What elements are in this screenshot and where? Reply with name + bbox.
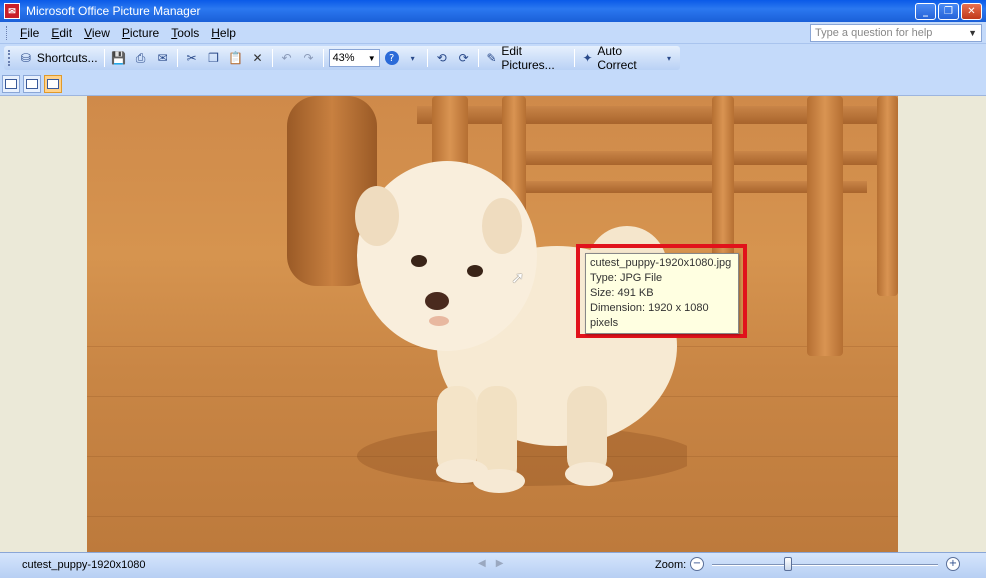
maximize-button[interactable]: ❐	[938, 2, 959, 20]
toolbar-options-icon: ▾	[410, 53, 415, 63]
minimize-button[interactable]: _	[915, 2, 936, 20]
chair-leg	[712, 96, 734, 266]
redo-button[interactable]: ↷	[298, 48, 320, 68]
status-bar: cutest_puppy-1920x1080 ◀ ▶ Zoom: − +	[0, 552, 986, 578]
filmstrip-view-button[interactable]	[23, 74, 41, 93]
zoom-slider-thumb[interactable]	[783, 557, 792, 571]
paste-icon: 📋	[228, 51, 244, 65]
menu-grip-handle[interactable]	[6, 25, 10, 40]
redo-icon: ↷	[303, 51, 314, 65]
zoom-label: Zoom:	[655, 559, 687, 571]
print-icon: ⎙	[135, 50, 146, 65]
delete-x-icon: ✕	[252, 51, 263, 65]
picture-viewer: ➚ cutest_puppy-1920x1080.jpg Type: JPG F…	[0, 96, 986, 552]
close-button[interactable]: ✕	[961, 2, 982, 20]
toolbar-separator	[271, 49, 273, 67]
chevron-down-icon[interactable]: ▼	[968, 28, 977, 38]
help-question-placeholder: Type a question for help	[815, 27, 933, 39]
toolbar-separator	[477, 49, 479, 67]
save-button[interactable]: 💾	[108, 48, 130, 68]
menu-picture[interactable]: Picture	[116, 26, 165, 40]
tooltip-type: Type: JPG File	[590, 272, 663, 284]
thumbnail-view-button[interactable]	[2, 74, 20, 93]
help-question-box[interactable]: Type a question for help ▼	[810, 24, 982, 42]
paste-button[interactable]: 📋	[225, 48, 247, 68]
chair-leg	[877, 96, 898, 296]
auto-correct-icon: ✦	[582, 51, 593, 65]
copy-icon: ❐	[208, 51, 219, 65]
toolbar-grip-handle[interactable]	[8, 50, 11, 66]
shortcuts-button[interactable]: ⛁ Shortcuts...	[15, 48, 101, 68]
edit-pictures-icon: ✎	[486, 51, 497, 65]
zoom-out-icon[interactable]: −	[690, 557, 704, 571]
zoom-combo-box[interactable]: 43% ▼	[328, 49, 380, 67]
zoom-slider-track[interactable]	[712, 564, 938, 566]
rotate-right-icon: ⟳	[458, 51, 469, 65]
toolbar-separator	[426, 49, 428, 67]
tooltip-size: Size: 491 KB	[590, 287, 654, 299]
shortcuts-label: Shortcuts...	[36, 51, 98, 65]
delete-button[interactable]: ✕	[247, 48, 269, 68]
rotate-left-button[interactable]: ⟲	[431, 48, 453, 68]
status-filename: cutest_puppy-1920x1080	[22, 559, 146, 571]
picture-manager-app-icon[interactable]: ✉	[4, 3, 20, 19]
email-button[interactable]: ✉	[152, 48, 174, 68]
undo-button[interactable]: ↶	[276, 48, 298, 68]
chair-leg	[807, 96, 843, 356]
copy-button[interactable]: ❐	[203, 48, 225, 68]
zoom-in-icon[interactable]: +	[946, 557, 960, 571]
help-button[interactable]: ?	[382, 48, 402, 68]
view-mode-strip	[0, 72, 986, 96]
toolbar-separator	[573, 49, 575, 67]
auto-correct-label: Auto Correct	[597, 44, 637, 72]
single-picture-view-button[interactable]	[44, 74, 62, 93]
zoom-combo-value: 43%	[332, 52, 355, 64]
toolbar-options-icon: ▾	[666, 53, 671, 63]
chevron-down-icon[interactable]: ▼	[368, 54, 376, 63]
email-icon: ✉	[157, 51, 168, 65]
title-bar: ✉ Microsoft Office Picture Manager _ ❐ ✕	[0, 0, 986, 22]
cut-button[interactable]: ✂	[181, 48, 203, 68]
file-info-tooltip: cutest_puppy-1920x1080.jpg Type: JPG Fil…	[585, 253, 739, 334]
tooltip-filename: cutest_puppy-1920x1080.jpg	[590, 257, 732, 269]
thumbnail-view-icon	[5, 78, 17, 89]
standard-toolbar: ⛁ Shortcuts... 💾 ⎙ ✉ ✂ ❐ 📋 ✕ ↶ ↷ 43% ▼ ?…	[0, 44, 986, 72]
single-picture-view-icon	[47, 78, 59, 89]
tooltip-dimension-unit: pixels	[590, 317, 619, 329]
save-icon: 💾	[111, 51, 127, 65]
undo-icon: ↶	[281, 51, 292, 65]
puppy-photo[interactable]: ➚	[87, 96, 898, 552]
help-circle-icon: ?	[384, 51, 399, 65]
rotate-left-icon: ⟲	[436, 51, 447, 65]
print-button[interactable]: ⎙	[130, 48, 152, 68]
next-picture-icon[interactable]: ▶	[496, 558, 504, 569]
menu-help[interactable]: Help	[205, 26, 242, 40]
menu-edit[interactable]: Edit	[45, 26, 78, 40]
toolbar-separator	[322, 49, 324, 67]
floor-board	[87, 516, 898, 517]
window-title: Microsoft Office Picture Manager	[26, 4, 201, 18]
menu-bar: File Edit View Picture Tools Help Type a…	[0, 22, 986, 44]
menu-tools[interactable]: Tools	[165, 26, 205, 40]
toolbar-options-button[interactable]: ▾	[658, 48, 680, 68]
rotate-right-button[interactable]: ⟳	[453, 48, 475, 68]
toolbar-options-button[interactable]: ▾	[402, 48, 424, 68]
previous-picture-icon[interactable]: ◀	[478, 558, 486, 569]
tooltip-dimension: Dimension: 1920 x 1080	[590, 302, 709, 314]
toolbar-separator	[103, 49, 105, 67]
auto-correct-button[interactable]: ✦ Auto Correct	[578, 44, 658, 72]
toolbar-separator	[176, 49, 178, 67]
scissors-icon: ✂	[186, 51, 197, 65]
edit-pictures-button[interactable]: ✎ Edit Pictures...	[482, 44, 571, 72]
edit-pictures-label: Edit Pictures...	[501, 44, 555, 72]
menu-view[interactable]: View	[78, 26, 116, 40]
mouse-pointer-icon: ➚	[511, 268, 525, 287]
shortcuts-icon: ⛁	[20, 51, 31, 65]
menu-file[interactable]: File	[14, 26, 45, 40]
filmstrip-view-icon	[26, 78, 38, 89]
